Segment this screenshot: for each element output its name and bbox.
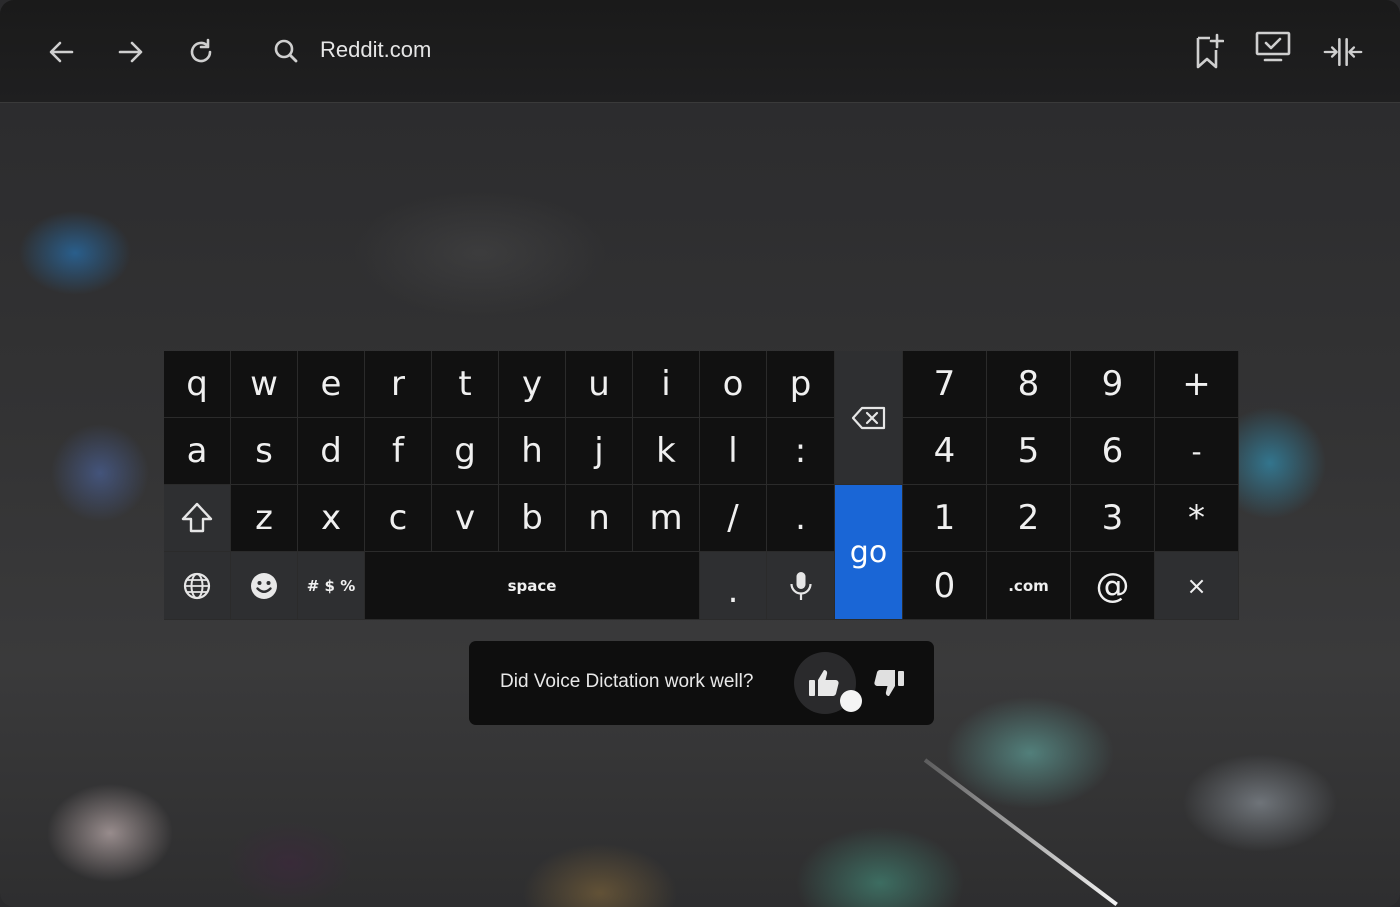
- key-l[interactable]: l: [700, 418, 767, 485]
- key-0[interactable]: 0: [903, 552, 987, 620]
- cast-button[interactable]: [1253, 28, 1293, 68]
- thumbs-down-button[interactable]: [864, 659, 914, 709]
- key-3[interactable]: 3: [1071, 485, 1155, 552]
- key-h[interactable]: h: [499, 418, 566, 485]
- voice-dictation-key[interactable]: [767, 552, 835, 620]
- forward-button[interactable]: [111, 32, 151, 72]
- arrow-left-icon: [49, 41, 74, 63]
- key-plus[interactable]: +: [1155, 351, 1239, 418]
- bookmark-add-icon: [1196, 33, 1224, 69]
- screen-cast-icon: [1255, 31, 1291, 62]
- split-view-button[interactable]: [1323, 32, 1363, 72]
- back-button[interactable]: [41, 32, 81, 72]
- key-z[interactable]: z: [231, 485, 298, 552]
- key-1[interactable]: 1: [903, 485, 987, 552]
- key-y[interactable]: y: [499, 351, 566, 418]
- virtual-keyboard: q w e r t y u i o p a s d f g h j k l : …: [164, 351, 1239, 620]
- space-key[interactable]: space: [365, 552, 700, 620]
- key-k[interactable]: k: [633, 418, 700, 485]
- key-o[interactable]: o: [700, 351, 767, 418]
- key-5[interactable]: 5: [987, 418, 1071, 485]
- backspace-icon: [851, 406, 885, 429]
- period-key[interactable]: .: [700, 552, 767, 620]
- key-t[interactable]: t: [432, 351, 499, 418]
- pointer-cursor: [840, 690, 862, 712]
- key-asterisk[interactable]: *: [1155, 485, 1239, 552]
- reload-button[interactable]: [181, 32, 221, 72]
- reload-icon: [190, 38, 212, 63]
- key-b[interactable]: b: [499, 485, 566, 552]
- key-s[interactable]: s: [231, 418, 298, 485]
- key-g[interactable]: g: [432, 418, 499, 485]
- key-2[interactable]: 2: [987, 485, 1071, 552]
- key-a[interactable]: a: [164, 418, 231, 485]
- key-slash[interactable]: /: [700, 485, 767, 552]
- shift-arrow-icon: [181, 502, 213, 533]
- search-icon: [274, 39, 298, 63]
- thumbs-down-icon: [874, 670, 904, 696]
- key-minus[interactable]: -: [1155, 418, 1239, 485]
- key-f[interactable]: f: [365, 418, 432, 485]
- language-key[interactable]: [164, 552, 231, 620]
- key-8[interactable]: 8: [987, 351, 1071, 418]
- bookmark-button[interactable]: [1187, 32, 1227, 72]
- microphone-icon: [789, 571, 812, 600]
- key-w[interactable]: w: [231, 351, 298, 418]
- key-x[interactable]: x: [298, 485, 365, 552]
- key-n[interactable]: n: [566, 485, 633, 552]
- key-c[interactable]: c: [365, 485, 432, 552]
- feedback-question: Did Voice Dictation work well?: [500, 671, 754, 692]
- shift-key[interactable]: [164, 485, 231, 552]
- arrow-right-icon: [118, 41, 143, 63]
- key-dot-com[interactable]: .com: [987, 552, 1071, 620]
- backspace-key[interactable]: [835, 351, 903, 485]
- key-period[interactable]: .: [767, 485, 835, 552]
- smiley-face-icon: [251, 572, 277, 599]
- symbols-key[interactable]: # $ %: [298, 552, 365, 620]
- key-at[interactable]: @: [1071, 552, 1155, 620]
- key-i[interactable]: i: [633, 351, 700, 418]
- thumbs-up-icon: [809, 670, 839, 696]
- key-7[interactable]: 7: [903, 351, 987, 418]
- key-4[interactable]: 4: [903, 418, 987, 485]
- go-key[interactable]: go: [835, 485, 903, 620]
- key-e[interactable]: e: [298, 351, 365, 418]
- key-r[interactable]: r: [365, 351, 432, 418]
- vr-browser-window: Reddit.com q w e r t y u i o p a s d f g…: [0, 0, 1400, 907]
- key-j[interactable]: j: [566, 418, 633, 485]
- key-v[interactable]: v: [432, 485, 499, 552]
- key-9[interactable]: 9: [1071, 351, 1155, 418]
- globe-icon: [183, 572, 211, 599]
- key-p[interactable]: p: [767, 351, 835, 418]
- key-colon[interactable]: :: [767, 418, 835, 485]
- url-field[interactable]: Reddit.com: [320, 34, 431, 66]
- key-q[interactable]: q: [164, 351, 231, 418]
- browser-toolbar: Reddit.com: [0, 0, 1400, 103]
- key-m[interactable]: m: [633, 485, 700, 552]
- key-d[interactable]: d: [298, 418, 365, 485]
- close-keyboard-key[interactable]: ×: [1155, 552, 1239, 620]
- split-view-icon: [1323, 38, 1363, 66]
- emoji-key[interactable]: [231, 552, 298, 620]
- key-6[interactable]: 6: [1071, 418, 1155, 485]
- voice-dictation-feedback: Did Voice Dictation work well?: [469, 641, 934, 725]
- key-u[interactable]: u: [566, 351, 633, 418]
